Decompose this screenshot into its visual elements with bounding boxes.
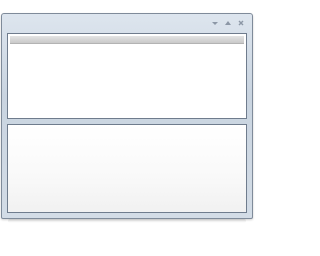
top-pane[interactable]: [7, 33, 247, 119]
bottom-pane[interactable]: [7, 124, 247, 213]
title-bar[interactable]: [2, 14, 252, 32]
window-shadow: [8, 219, 246, 223]
maximize-icon[interactable]: [223, 18, 233, 28]
top-pane-header[interactable]: [10, 36, 244, 44]
minimize-icon[interactable]: [210, 18, 220, 28]
caption-controls: [210, 18, 246, 28]
close-icon[interactable]: [236, 18, 246, 28]
app-window: [1, 13, 253, 219]
client-area: [7, 33, 247, 213]
